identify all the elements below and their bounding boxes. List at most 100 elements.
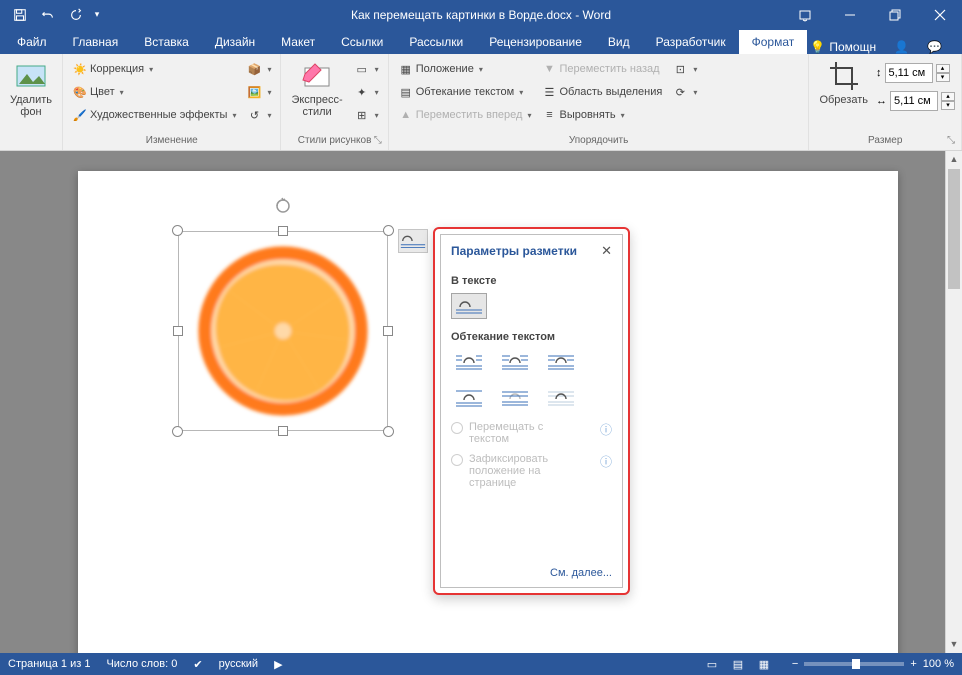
restore-button[interactable] (872, 0, 917, 29)
redo-button[interactable] (62, 2, 90, 28)
scroll-down-icon[interactable]: ▼ (946, 636, 962, 653)
tab-view[interactable]: Вид (595, 30, 643, 54)
see-more-link[interactable]: См. далее... (451, 559, 612, 579)
handle-right-mid[interactable] (383, 326, 393, 336)
width-input[interactable]: ↔▴▾ (876, 90, 955, 112)
pic-layout-icon: ⊞ (354, 107, 370, 123)
comment-icon[interactable]: 💬 (927, 40, 942, 54)
artistic-effects-button[interactable]: 🖌️Художественные эффекты (69, 104, 239, 126)
group-label-size: Размер⤡ (815, 135, 955, 148)
handle-bottom-mid[interactable] (278, 426, 288, 436)
tab-file[interactable]: Файл (4, 30, 60, 54)
tab-developer[interactable]: Разработчик (643, 30, 739, 54)
tab-insert[interactable]: Вставка (131, 30, 202, 54)
read-mode-button[interactable]: ▭ (700, 654, 724, 674)
align-icon: ≡ (541, 107, 557, 123)
tab-references[interactable]: Ссылки (328, 30, 396, 54)
spellcheck-icon[interactable]: ✔ (193, 658, 202, 671)
web-layout-button[interactable]: ▦ (752, 654, 776, 674)
wrap-topbottom-button[interactable] (451, 385, 487, 411)
macro-icon[interactable]: ▶ (274, 658, 282, 671)
forward-icon: ▲ (398, 107, 414, 123)
compress-button[interactable]: 📦 (243, 58, 274, 80)
group-adjust: ☀️Коррекция 🎨Цвет 🖌️Художественные эффек… (63, 54, 281, 150)
title-bar: ▾ Как перемещать картинки в Ворде.docx -… (0, 0, 962, 29)
minimize-button[interactable] (827, 0, 872, 29)
pic-layout-button[interactable]: ⊞ (351, 104, 382, 126)
radio-icon (451, 454, 463, 466)
layout-options-button[interactable] (398, 229, 428, 253)
radio-icon (451, 422, 463, 434)
change-pic-button[interactable]: 🖼️ (243, 81, 274, 103)
zoom-thumb[interactable] (852, 659, 860, 669)
pic-effects-button[interactable]: ✦ (351, 81, 382, 103)
wrap-through-button[interactable] (543, 349, 579, 375)
tab-mailings[interactable]: Рассылки (396, 30, 476, 54)
tab-design[interactable]: Дизайн (202, 30, 268, 54)
wrap-behind-button[interactable] (497, 385, 533, 411)
group-button[interactable]: ⊡ (669, 58, 700, 80)
crop-button[interactable]: Обрезать (815, 58, 872, 108)
reset-pic-button[interactable]: ↺ (243, 104, 274, 126)
status-lang[interactable]: русский (219, 658, 258, 670)
handle-left-mid[interactable] (173, 326, 183, 336)
corrections-button[interactable]: ☀️Коррекция (69, 58, 239, 80)
rotate-button[interactable]: ⟳ (669, 81, 700, 103)
tab-format[interactable]: Формат (739, 30, 808, 54)
selected-image-frame[interactable] (178, 231, 388, 431)
remove-bg-button[interactable]: Удалить фон (6, 58, 56, 120)
ribbon-options-button[interactable] (782, 0, 827, 29)
reset-icon: ↺ (246, 107, 262, 123)
wrap-front-button[interactable] (543, 385, 579, 411)
size-launcher-icon[interactable]: ⤡ (945, 135, 957, 147)
zoom-out-button[interactable]: − (792, 658, 798, 670)
position-icon: ▦ (398, 61, 414, 77)
scroll-up-icon[interactable]: ▲ (946, 151, 962, 168)
selection-pane-button[interactable]: ☰Область выделения (538, 81, 665, 103)
wrap-tight-button[interactable] (497, 349, 533, 375)
status-words[interactable]: Число слов: 0 (106, 658, 177, 670)
save-button[interactable] (6, 2, 34, 28)
tab-layout[interactable]: Макет (268, 30, 328, 54)
close-button[interactable] (917, 0, 962, 29)
handle-top-mid[interactable] (278, 226, 288, 236)
info-icon[interactable]: ⓘ (600, 421, 612, 438)
position-button[interactable]: ▦Положение (395, 58, 535, 80)
ribbon: Удалить фон ☀️Коррекция 🎨Цвет 🖌️Художест… (0, 54, 962, 151)
close-icon[interactable]: ✕ (601, 243, 612, 259)
orange-image[interactable] (188, 239, 378, 423)
zoom-level[interactable]: 100 % (923, 658, 954, 670)
styles-launcher-icon[interactable]: ⤡ (372, 135, 384, 147)
undo-button[interactable] (34, 2, 62, 28)
wrap-square-button[interactable] (451, 349, 487, 375)
zoom-in-button[interactable]: + (910, 658, 916, 670)
share-icon[interactable]: 👤 (894, 40, 909, 54)
tab-review[interactable]: Рецензирование (476, 30, 595, 54)
handle-top-right[interactable] (383, 225, 394, 236)
height-input[interactable]: ↕▴▾ (876, 62, 955, 84)
print-layout-button[interactable]: ▤ (726, 654, 750, 674)
page[interactable]: Параметры разметки ✕ В тексте Обтекание … (78, 171, 898, 653)
handle-top-left[interactable] (172, 225, 183, 236)
scroll-thumb[interactable] (948, 169, 960, 289)
vertical-scrollbar[interactable]: ▲ ▼ (945, 151, 962, 653)
rotate-handle[interactable] (274, 197, 292, 215)
tab-home[interactable]: Главная (60, 30, 132, 54)
wrap-text-button[interactable]: ▤Обтекание текстом (395, 81, 535, 103)
send-backward-button[interactable]: ▼Переместить назад (538, 58, 665, 80)
express-styles-button[interactable]: Экспресс- стили (287, 58, 346, 120)
color-button[interactable]: 🎨Цвет (69, 81, 239, 103)
ribbon-tabs: Файл Главная Вставка Дизайн Макет Ссылки… (0, 29, 962, 54)
bring-forward-button[interactable]: ▲Переместить вперед (395, 104, 535, 126)
info-icon[interactable]: ⓘ (600, 453, 612, 470)
zoom-slider[interactable] (804, 662, 904, 666)
wrap-inline-button[interactable] (451, 293, 487, 319)
qat-customize-button[interactable]: ▾ (90, 2, 104, 28)
handle-bottom-right[interactable] (383, 426, 394, 437)
status-page[interactable]: Страница 1 из 1 (8, 658, 90, 670)
group-picture-styles: Экспресс- стили ▭ ✦ ⊞ Стили рисунков⤡ (281, 54, 388, 150)
align-button[interactable]: ≡Выровнять (538, 104, 665, 126)
pic-border-button[interactable]: ▭ (351, 58, 382, 80)
handle-bottom-left[interactable] (172, 426, 183, 437)
help-tell-me[interactable]: 💡Помощн (810, 40, 876, 54)
